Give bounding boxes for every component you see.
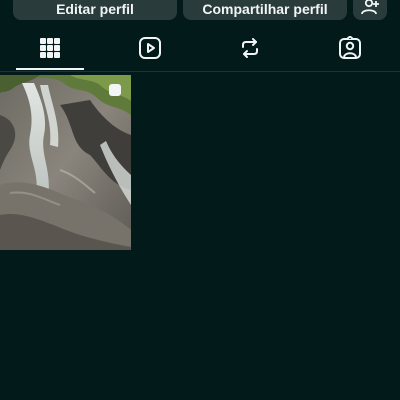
tabs-divider bbox=[0, 71, 400, 72]
add-person-button[interactable] bbox=[353, 0, 387, 20]
tab-posts[interactable] bbox=[0, 24, 100, 71]
edit-profile-button[interactable]: Editar perfil bbox=[13, 0, 177, 20]
multi-select-icon bbox=[108, 83, 122, 102]
post-thumbnail-waterfall[interactable] bbox=[0, 75, 131, 250]
share-profile-button[interactable]: Compartilhar perfil bbox=[183, 0, 347, 20]
tab-tagged[interactable] bbox=[300, 24, 400, 71]
person-add-icon bbox=[361, 0, 379, 15]
grid-icon bbox=[40, 37, 60, 58]
tab-reposts[interactable] bbox=[200, 24, 300, 71]
reels-icon bbox=[139, 36, 161, 59]
profile-action-bar: Editar perfil Compartilhar perfil bbox=[0, 0, 400, 21]
profile-tabs bbox=[0, 24, 400, 71]
tagged-icon bbox=[339, 35, 361, 59]
tab-reels[interactable] bbox=[100, 24, 200, 71]
repost-icon bbox=[242, 37, 258, 58]
selected-tab-indicator bbox=[16, 68, 84, 70]
